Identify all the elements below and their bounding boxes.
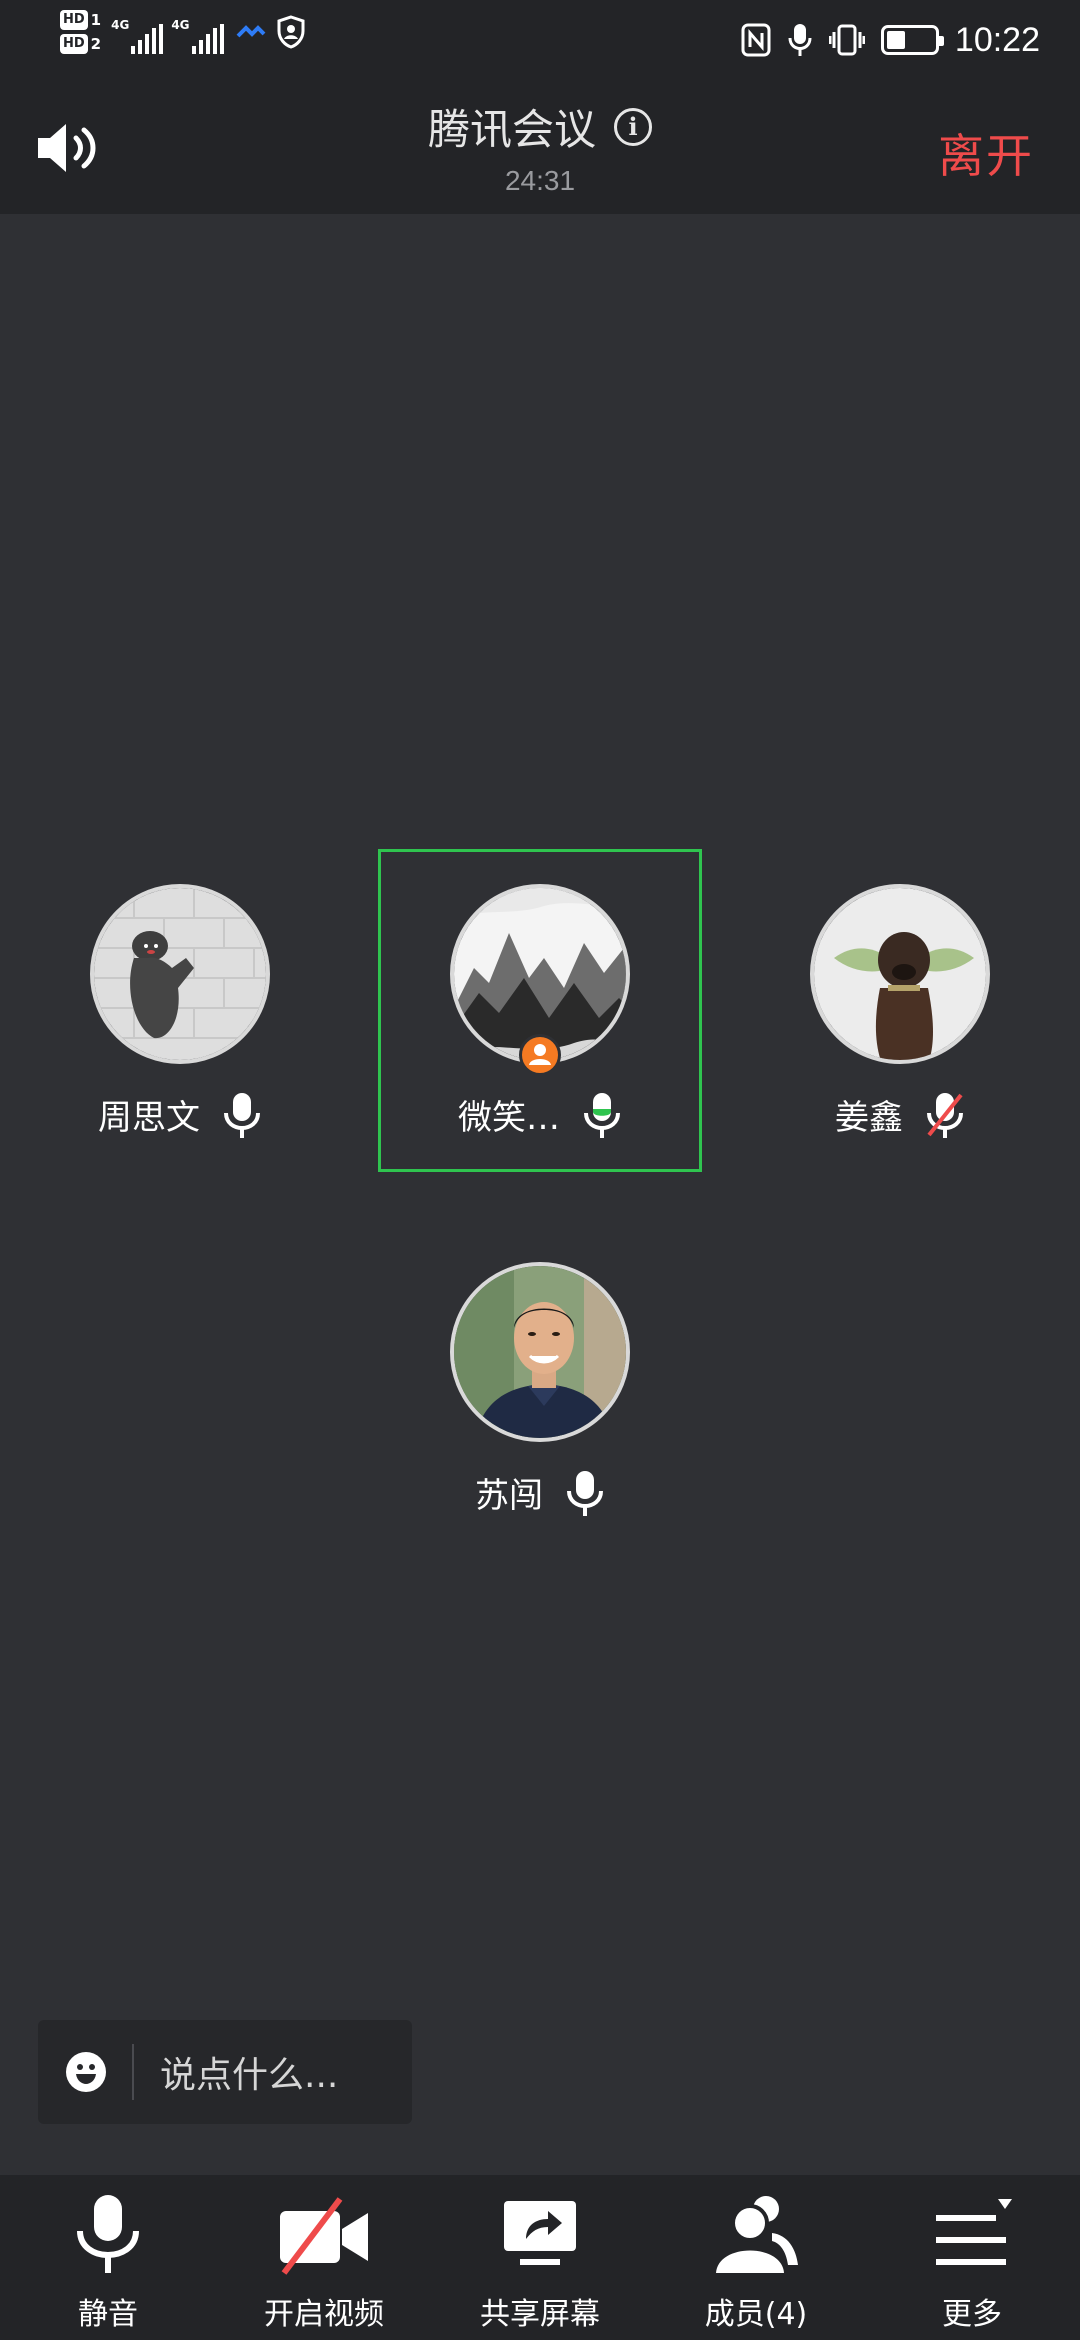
members-icon [716,2196,798,2273]
chat-input[interactable]: 说点什么... [38,2020,412,2124]
participant-name: 周思文 [98,1098,200,1138]
signal-2-icon: 4G [171,10,224,54]
start-video-label: 开启视频 [264,2297,384,2332]
shield-icon [277,15,305,49]
status-bar: HD 1 HD 2 4G 4G 10:22 [0,0,1080,80]
more-button[interactable]: 更多 [872,2175,1072,2333]
vpn-icon [236,25,265,38]
host-badge-icon [519,1034,561,1076]
participant-tile[interactable]: 苏闯 [430,1262,650,1517]
avatar [90,884,270,1064]
avatar [450,1262,630,1442]
video-off-icon [280,2197,368,2275]
sim1-hd-badge: HD [60,10,88,30]
meeting-duration: 24:31 [504,165,576,196]
mic-speaking-icon[interactable] [582,1091,622,1139]
battery-icon [880,25,944,55]
mute-button[interactable]: 静音 [8,2175,208,2333]
mic-on-icon[interactable] [222,1091,262,1139]
sim2-hd-badge: HD [60,34,88,54]
participant-name: 苏闯 [475,1476,543,1516]
meeting-title: 腾讯会议 [427,105,596,154]
nfc-icon [741,23,771,57]
leave-button[interactable]: 离开 [938,120,1034,186]
share-screen-icon [504,2201,576,2265]
mic-icon [77,2195,139,2273]
vibrate-icon [828,24,865,56]
participant-tile[interactable]: 微笑… [430,884,650,1139]
bottom-toolbar: 静音 开启视频 共享屏幕 成员(4) 更多 [0,2175,1080,2340]
share-screen-label: 共享屏幕 [480,2297,600,2332]
members-label: 成员(4) [704,2297,808,2332]
chat-placeholder: 说点什么... [160,2055,339,2096]
participant-name: 姜鑫 [835,1098,903,1138]
mic-icon [788,24,812,56]
participant-tile[interactable]: 姜鑫 [790,884,1010,1139]
members-button[interactable]: 成员(4) [656,2175,856,2333]
avatar [810,884,990,1064]
share-screen-button[interactable]: 共享屏幕 [440,2175,640,2333]
signal-1-icon: 4G [111,10,164,54]
sim2-number: 2 [90,35,102,53]
participant-tile[interactable]: 周思文 [70,884,290,1139]
emoji-icon[interactable] [66,2052,106,2092]
more-label: 更多 [942,2297,1002,2332]
chat-divider [132,2044,134,2100]
info-icon[interactable]: i [614,107,652,146]
more-menu-icon [936,2199,1012,2265]
participant-name: 微笑… [458,1098,560,1138]
sim1-number: 1 [90,11,102,29]
start-video-button[interactable]: 开启视频 [224,2175,424,2333]
clock: 10:22 [954,20,1040,59]
meeting-header: 腾讯会议 i 24:31 离开 [0,80,1080,214]
mic-muted-icon[interactable] [925,1091,965,1139]
mute-label: 静音 [78,2297,138,2332]
mic-on-icon[interactable] [565,1469,605,1517]
